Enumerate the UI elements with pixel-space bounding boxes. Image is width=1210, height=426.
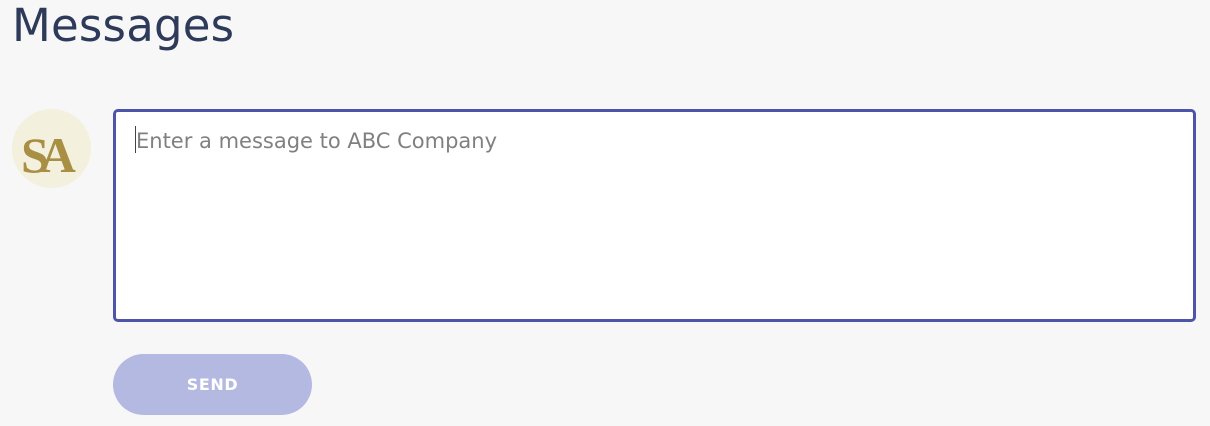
avatar: SA bbox=[12, 109, 91, 188]
message-input[interactable] bbox=[113, 109, 1196, 322]
avatar-initials: SA bbox=[21, 127, 76, 183]
send-button[interactable]: SEND bbox=[113, 354, 312, 415]
page-title: Messages bbox=[12, 0, 235, 52]
monogram-logo: SA bbox=[21, 127, 85, 183]
text-cursor bbox=[135, 126, 136, 153]
